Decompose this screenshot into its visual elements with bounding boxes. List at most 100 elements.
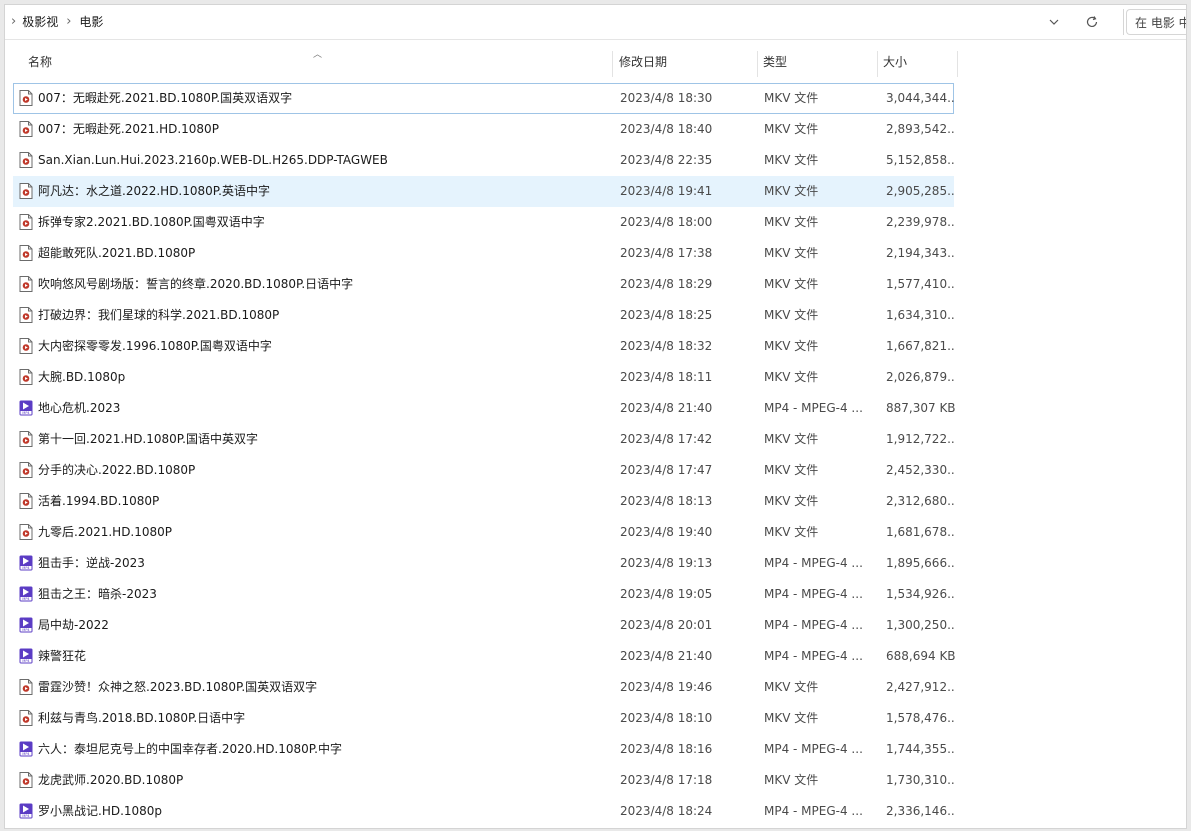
- file-size: 887,307 KB: [886, 401, 956, 415]
- file-size: 2,026,879...: [886, 370, 956, 384]
- file-modified-date: 2023/4/8 19:05: [620, 587, 713, 601]
- search-box[interactable]: [1126, 9, 1186, 35]
- file-row[interactable]: 利兹与青鸟.2018.BD.1080P.日语中字 2023/4/8 18:10 MK…: [13, 703, 956, 734]
- file-size: 688,694 KB: [886, 649, 956, 663]
- file-row[interactable]: MP4 地心危机.2023 2023/4/8 21:40 MP4 - MPEG-4 .…: [13, 393, 956, 424]
- file-row[interactable]: 007：无暇赴死.2021.BD.1080P.国英双语双字 2023/4/8 18…: [13, 83, 956, 114]
- column-header-type-label: 类型: [763, 55, 788, 69]
- file-name: 打破边界：我们星球的科学.2021.BD.1080P: [38, 308, 280, 322]
- file-name: 狙击之王：暗杀-2023: [38, 587, 157, 601]
- file-name: 活着.1994.BD.1080P: [38, 494, 160, 508]
- file-modified-date: 2023/4/8 17:38: [620, 246, 713, 260]
- search-input[interactable]: [1133, 11, 1186, 35]
- refresh-button[interactable]: [1081, 11, 1103, 33]
- breadcrumb-item-root[interactable]: 极影视: [22, 13, 58, 30]
- chevron-right-icon[interactable]: ›: [11, 14, 16, 29]
- file-name: 阿凡达：水之道.2022.HD.1080P.英语中字: [38, 184, 270, 198]
- file-size: 2,452,330...: [886, 463, 956, 477]
- file-row[interactable]: 雷霆沙赞！众神之怒.2023.BD.1080P.国英双语双字 2023/4/8 1…: [13, 672, 956, 703]
- file-type: MKV 文件: [764, 122, 819, 136]
- file-row[interactable]: 吹响悠风号剧场版：誓言的终章.2020.BD.1080P.日语中字 2023/4/…: [13, 269, 956, 300]
- file-row[interactable]: 大内密探零零发.1996.1080P.国粤双语中字 2023/4/8 18:32 M…: [13, 331, 956, 362]
- file-modified-date: 2023/4/8 18:30: [620, 91, 713, 105]
- file-modified-date: 2023/4/8 18:40: [620, 122, 713, 136]
- file-type: MP4 - MPEG-4 ...: [764, 556, 863, 570]
- file-name: 分手的决心.2022.BD.1080P: [38, 463, 196, 477]
- file-type: MP4 - MPEG-4 ...: [764, 618, 863, 632]
- file-modified-date: 2023/4/8 19:40: [620, 525, 713, 539]
- column-header-type[interactable]: 类型: [758, 49, 878, 77]
- file-size: 1,681,678...: [886, 525, 956, 539]
- chevron-right-icon[interactable]: ›: [66, 14, 71, 29]
- file-modified-date: 2023/4/8 19:41: [620, 184, 713, 198]
- file-row[interactable]: MP4 辣警狂花 2023/4/8 21:40 MP4 - MPEG-4 ... 688…: [13, 641, 956, 672]
- column-header-date[interactable]: 修改日期: [614, 49, 758, 77]
- file-row[interactable]: 超能敢死队.2021.BD.1080P 2023/4/8 17:38 MKV 文件 2…: [13, 238, 956, 269]
- file-modified-date: 2023/4/8 18:16: [620, 742, 713, 756]
- file-type: MKV 文件: [764, 773, 819, 787]
- file-size: 2,194,343...: [886, 246, 956, 260]
- file-row[interactable]: MP4 罗小黑战记.HD.1080p 2023/4/8 18:24 MP4 - MPE…: [13, 796, 956, 827]
- file-type: MKV 文件: [764, 339, 819, 353]
- file-type: MKV 文件: [764, 711, 819, 725]
- file-name: 超能敢死队.2021.BD.1080P: [38, 246, 196, 260]
- file-size: 1,895,666...: [886, 556, 956, 570]
- file-row[interactable]: 第十一回.2021.HD.1080P.国语中英双字 2023/4/8 17:42 M…: [13, 424, 956, 455]
- file-name: 大腕.BD.1080p: [38, 370, 126, 384]
- file-size: 3,044,344...: [886, 91, 956, 105]
- file-modified-date: 2023/4/8 17:47: [620, 463, 713, 477]
- file-row[interactable]: MP4 局中劫-2022 2023/4/8 20:01 MP4 - MPEG-4 ..…: [13, 610, 956, 641]
- file-type: MKV 文件: [764, 432, 819, 446]
- file-modified-date: 2023/4/8 18:13: [620, 494, 713, 508]
- file-row[interactable]: MP4 狙击手：逆战-2023 2023/4/8 19:13 MP4 - MPEG-4…: [13, 548, 956, 579]
- file-row[interactable]: 007：无暇赴死.2021.HD.1080P 2023/4/8 18:40 MKV …: [13, 114, 956, 145]
- file-type: MKV 文件: [764, 680, 819, 694]
- file-row[interactable]: 拆弹专家2.2021.BD.1080P.国粤双语中字 2023/4/8 18:00…: [13, 207, 956, 238]
- file-modified-date: 2023/4/8 19:13: [620, 556, 713, 570]
- file-size: 1,912,722...: [886, 432, 956, 446]
- file-modified-date: 2023/4/8 20:01: [620, 618, 713, 632]
- svg-text:MP4: MP4: [22, 659, 29, 663]
- file-row[interactable]: MP4 狙击之王：暗杀-2023 2023/4/8 19:05 MP4 - MPEG-…: [13, 579, 956, 610]
- file-type: MKV 文件: [764, 184, 819, 198]
- file-row[interactable]: 打破边界：我们星球的科学.2021.BD.1080P 2023/4/8 18:25…: [13, 300, 956, 331]
- file-size: 2,239,978...: [886, 215, 956, 229]
- file-name: 龙虎武师.2020.BD.1080P: [38, 773, 184, 787]
- file-row[interactable]: 阿凡达：水之道.2022.HD.1080P.英语中字 2023/4/8 19:41…: [13, 176, 956, 207]
- file-name: 拆弹专家2.2021.BD.1080P.国粤双语中字: [38, 215, 265, 229]
- file-size: 1,744,355...: [886, 742, 956, 756]
- svg-text:MP4: MP4: [22, 814, 29, 818]
- column-header-size[interactable]: 大小: [878, 49, 958, 77]
- file-name: 狙击手：逆战-2023: [38, 556, 145, 570]
- file-modified-date: 2023/4/8 18:10: [620, 711, 713, 725]
- column-header-name-label: 名称: [28, 55, 53, 69]
- file-list: 007：无暇赴死.2021.BD.1080P.国英双语双字 2023/4/8 18…: [13, 83, 956, 827]
- column-header: ︿ 名称 修改日期 类型 大小: [5, 49, 958, 77]
- file-row[interactable]: San.Xian.Lun.Hui.2023.2160p.WEB-DL.H265.…: [13, 145, 956, 176]
- file-name: 大内密探零零发.1996.1080P.国粤双语中字: [38, 339, 272, 353]
- column-header-name[interactable]: 名称: [23, 49, 613, 77]
- column-header-size-label: 大小: [883, 55, 908, 69]
- file-row[interactable]: 分手的决心.2022.BD.1080P 2023/4/8 17:47 MKV 文件 2…: [13, 455, 956, 486]
- file-type: MKV 文件: [764, 91, 819, 105]
- column-header-date-label: 修改日期: [619, 55, 668, 69]
- file-name: 九零后.2021.HD.1080P: [38, 525, 173, 539]
- file-size: 1,730,310...: [886, 773, 956, 787]
- history-dropdown-button[interactable]: [1043, 11, 1065, 33]
- file-size: 2,336,146...: [886, 804, 956, 818]
- file-modified-date: 2023/4/8 18:32: [620, 339, 713, 353]
- svg-text:MP4: MP4: [22, 597, 29, 601]
- file-modified-date: 2023/4/8 17:42: [620, 432, 713, 446]
- file-name: 第十一回.2021.HD.1080P.国语中英双字: [38, 432, 258, 446]
- file-row[interactable]: 大腕.BD.1080p 2023/4/8 18:11 MKV 文件 2,026,879…: [13, 362, 956, 393]
- file-row[interactable]: 龙虎武师.2020.BD.1080P 2023/4/8 17:18 MKV 文件 1,…: [13, 765, 956, 796]
- file-row[interactable]: MP4 六人：泰坦尼克号上的中国幸存者.2020.HD.1080P.中字 2023/…: [13, 734, 956, 765]
- breadcrumb-item-current[interactable]: 电影: [79, 13, 103, 30]
- file-row[interactable]: 九零后.2021.HD.1080P 2023/4/8 19:40 MKV 文件 1,6…: [13, 517, 956, 548]
- file-modified-date: 2023/4/8 18:11: [620, 370, 713, 384]
- file-size: 1,300,250...: [886, 618, 956, 632]
- file-modified-date: 2023/4/8 18:29: [620, 277, 713, 291]
- address-bar[interactable]: › 极影视 › 电影: [5, 5, 1186, 40]
- svg-text:MP4: MP4: [22, 628, 29, 632]
- file-row[interactable]: 活着.1994.BD.1080P 2023/4/8 18:13 MKV 文件 2,31…: [13, 486, 956, 517]
